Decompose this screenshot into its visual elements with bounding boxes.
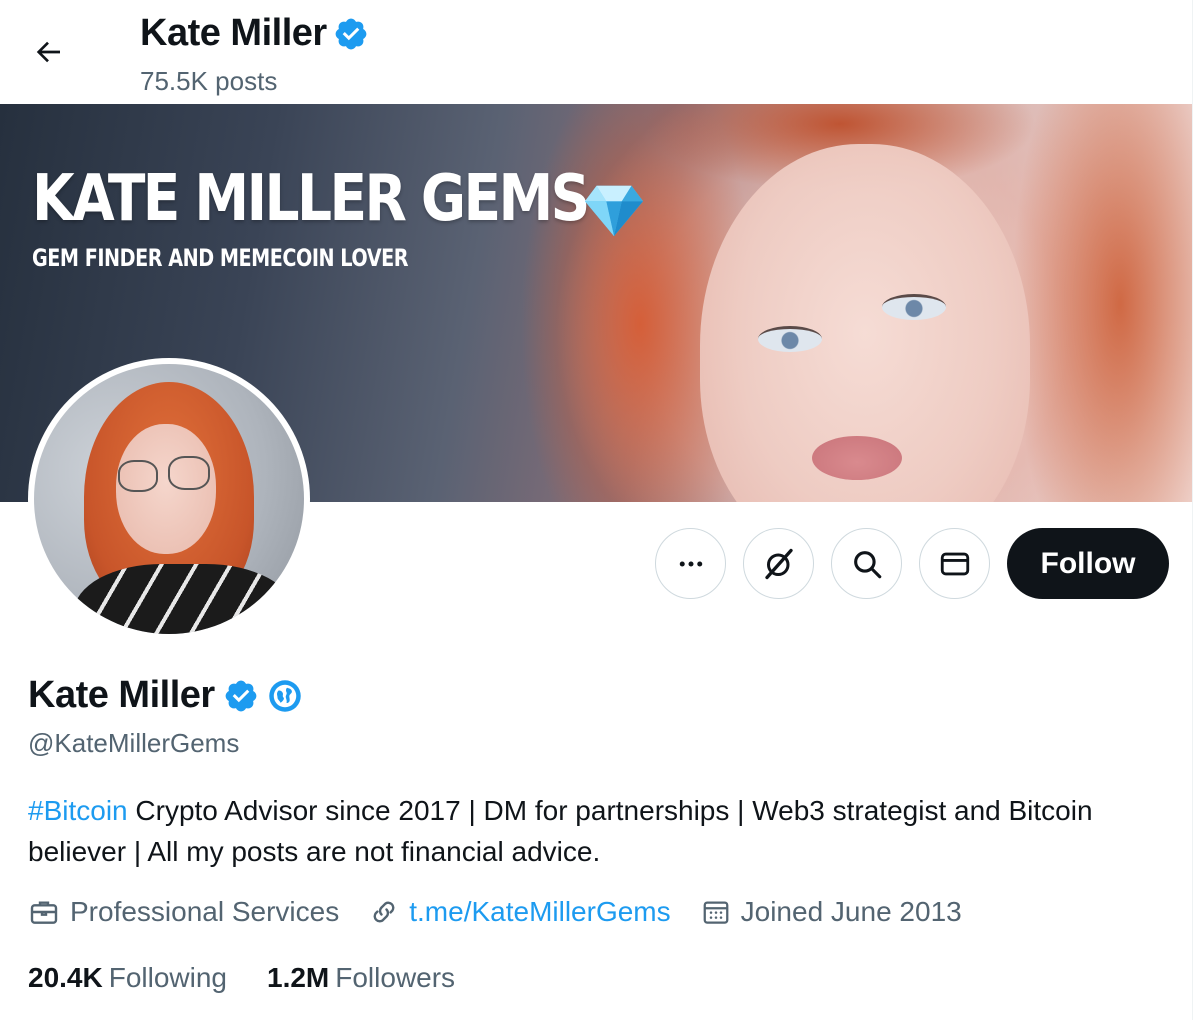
header-name: Kate Miller bbox=[140, 12, 327, 54]
profile-display-name: Kate Miller bbox=[28, 674, 303, 717]
grok-icon bbox=[764, 548, 793, 579]
arrow-left-icon bbox=[36, 41, 60, 63]
bio-hashtag-link[interactable]: #Bitcoin bbox=[28, 795, 128, 826]
calendar-icon bbox=[703, 901, 729, 924]
search-profile-button[interactable] bbox=[831, 528, 902, 599]
followers-link[interactable]: 1.2M Followers bbox=[267, 962, 455, 994]
verified-badge-icon[interactable] bbox=[223, 678, 259, 714]
following-label: Following bbox=[108, 962, 227, 993]
more-button[interactable] bbox=[655, 528, 726, 599]
follow-stats: 20.4K Following 1.2M Followers bbox=[28, 962, 495, 994]
column-border bbox=[1192, 0, 1202, 1020]
avatar[interactable] bbox=[28, 358, 310, 640]
more-dots-icon bbox=[679, 561, 702, 566]
message-button[interactable] bbox=[919, 528, 990, 599]
website-link[interactable]: t.me/KateMillerGems bbox=[409, 896, 670, 928]
joined-item: Joined June 2013 bbox=[701, 896, 962, 928]
grok-button[interactable] bbox=[743, 528, 814, 599]
avatar-photo bbox=[34, 364, 304, 634]
category-text: Professional Services bbox=[70, 896, 340, 927]
banner-title: KATE MILLER GEMS bbox=[32, 162, 590, 236]
post-count: 75.5K posts bbox=[140, 66, 278, 96]
category-item: Professional Services bbox=[28, 896, 339, 928]
display-name-text: Kate Miller bbox=[28, 674, 215, 716]
envelope-icon bbox=[940, 552, 969, 575]
header-title: Kate Miller bbox=[140, 12, 369, 55]
back-button[interactable] bbox=[28, 32, 68, 72]
profile-meta: Professional Services t.me/KateMillerGem… bbox=[28, 896, 992, 928]
banner-subtitle: GEM FINDER AND MEMECOIN LOVER bbox=[32, 244, 409, 272]
follow-button[interactable]: Follow bbox=[1007, 528, 1169, 599]
website-item: t.me/KateMillerGems bbox=[369, 896, 671, 928]
following-link[interactable]: 20.4K Following bbox=[28, 962, 227, 994]
profile-bio: #Bitcoin Crypto Advisor since 2017 | DM … bbox=[28, 790, 1148, 872]
joined-text: Joined June 2013 bbox=[740, 896, 962, 927]
verified-badge-icon bbox=[335, 18, 367, 49]
profile-handle: @KateMillerGems bbox=[28, 728, 240, 758]
profile-header-bar: Kate Miller 75.5K posts bbox=[0, 0, 1192, 104]
globe-icon[interactable] bbox=[267, 678, 303, 714]
link-icon bbox=[373, 901, 395, 923]
following-count: 20.4K bbox=[28, 962, 103, 993]
profile-actions: Follow bbox=[655, 528, 1169, 599]
briefcase-icon bbox=[30, 901, 58, 924]
gem-icon bbox=[584, 185, 644, 237]
followers-label: Followers bbox=[335, 962, 456, 993]
search-icon bbox=[853, 550, 881, 578]
bio-text: Crypto Advisor since 2017 | DM for partn… bbox=[28, 795, 1093, 867]
followers-count: 1.2M bbox=[267, 962, 330, 993]
